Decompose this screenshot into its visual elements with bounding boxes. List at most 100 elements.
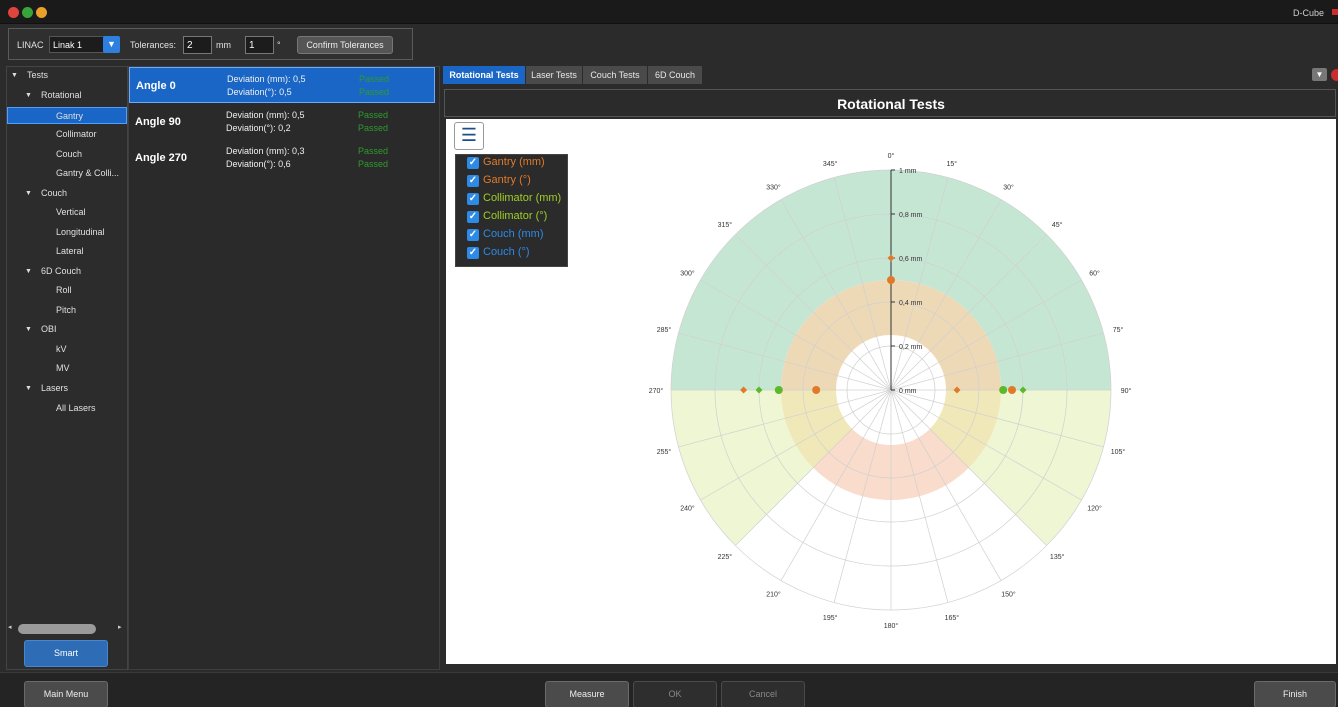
collapse-panel-icon[interactable]: ▼ bbox=[1312, 68, 1327, 81]
expand-arrow-icon[interactable]: ▼ bbox=[25, 385, 32, 392]
data-point bbox=[999, 386, 1008, 394]
tree-item-pitch[interactable]: Pitch bbox=[56, 302, 76, 319]
status-badge: Passed bbox=[359, 74, 390, 84]
main-menu-button[interactable]: Main Menu bbox=[24, 681, 108, 707]
status-badge: Passed bbox=[358, 146, 389, 156]
angle-tick-label: 60° bbox=[1089, 270, 1100, 278]
angle-tick-label: 270° bbox=[649, 387, 664, 395]
result-deviation-mm: Deviation (mm): 0,5 bbox=[226, 110, 305, 120]
tree-item-obi[interactable]: OBI bbox=[41, 321, 57, 338]
angle-tick-label: 240° bbox=[680, 505, 695, 513]
panel-title: Rotational Tests bbox=[837, 96, 945, 112]
angle-tick-label: 120° bbox=[1087, 505, 1102, 513]
close-window-icon[interactable] bbox=[8, 7, 19, 18]
angle-tick-label: 225° bbox=[718, 553, 733, 561]
expand-arrow-icon[interactable]: ▼ bbox=[25, 190, 32, 197]
legend-label: Couch (mm) bbox=[483, 228, 544, 240]
tree-item-all-lasers[interactable]: All Lasers bbox=[56, 400, 96, 417]
smart-button[interactable]: Smart bbox=[24, 640, 108, 667]
radial-tick-label: 0,2 mm bbox=[899, 344, 923, 351]
checkbox-checked-icon[interactable]: ✓ bbox=[467, 193, 479, 205]
expand-arrow-icon[interactable]: ▼ bbox=[25, 268, 32, 275]
result-deviation-mm: Deviation (mm): 0,3 bbox=[226, 146, 305, 156]
status-badge: Passed bbox=[358, 110, 389, 120]
checkbox-checked-icon[interactable]: ✓ bbox=[467, 229, 479, 241]
window-close-corner-icon[interactable] bbox=[1332, 9, 1338, 15]
result-angle: Angle 0 bbox=[136, 80, 176, 92]
tree-item-rotational[interactable]: Rotational bbox=[41, 87, 82, 104]
status-badge: Passed bbox=[358, 159, 389, 169]
scroll-right-icon[interactable]: ▸ bbox=[118, 623, 122, 631]
expand-arrow-icon[interactable]: ▼ bbox=[25, 92, 32, 99]
tolerance-deg-input[interactable] bbox=[245, 36, 274, 54]
angle-tick-label: 195° bbox=[823, 614, 838, 622]
ok-button[interactable]: OK bbox=[633, 681, 717, 707]
tree-item-gantry[interactable]: Gantry bbox=[7, 107, 127, 124]
tolerances-label: Tolerances: bbox=[130, 40, 177, 50]
status-badge: Passed bbox=[359, 87, 390, 97]
scroll-left-icon[interactable]: ◂ bbox=[8, 623, 12, 631]
tree-item-couch[interactable]: Couch bbox=[56, 146, 82, 163]
tree-item-mv[interactable]: MV bbox=[56, 360, 70, 377]
tolerance-deg-unit: ° bbox=[277, 40, 281, 50]
result-angle: Angle 90 bbox=[135, 116, 181, 128]
data-point bbox=[774, 386, 783, 394]
tree-item-6d-couch[interactable]: 6D Couch bbox=[41, 263, 81, 280]
data-point bbox=[887, 276, 895, 284]
polar-chart-area: 0° 15° 30° 45° 60° 75° 90° 105° 120° 135° 150° 165°… bbox=[446, 119, 1336, 664]
confirm-tolerances-button[interactable]: Confirm Tolerances bbox=[297, 36, 393, 54]
tree-item-couch-group[interactable]: Couch bbox=[41, 185, 67, 202]
finish-button[interactable]: Finish bbox=[1254, 681, 1336, 707]
test-tree: ▼ Tests ▼ Rotational Gantry Collimator C… bbox=[6, 66, 128, 670]
tolerance-mm-input[interactable] bbox=[183, 36, 212, 54]
window-titlebar: D-Cube bbox=[0, 0, 1338, 24]
result-deviation-mm: Deviation (mm): 0,5 bbox=[227, 74, 306, 84]
result-row[interactable]: Angle 0 Deviation (mm): 0,5 Deviation(°)… bbox=[129, 67, 435, 103]
close-panel-icon[interactable] bbox=[1331, 69, 1338, 81]
hamburger-menu-icon[interactable]: ☰ bbox=[454, 122, 484, 150]
chevron-down-icon[interactable]: ▼ bbox=[103, 36, 120, 53]
result-row[interactable]: Angle 270 Deviation (mm): 0,3 Deviation(… bbox=[129, 140, 435, 176]
tolerance-mm-unit: mm bbox=[216, 40, 231, 50]
chart-legend: ✓ Gantry (mm) ✓ Gantry (°) ✓ Collimator … bbox=[455, 154, 568, 267]
tree-item-gantry-collimator[interactable]: Gantry & Colli... bbox=[56, 165, 119, 182]
tree-item-tests[interactable]: Tests bbox=[27, 67, 48, 84]
angle-tick-label: 135° bbox=[1050, 553, 1065, 561]
angle-tick-label: 255° bbox=[657, 448, 672, 456]
tree-item-collimator[interactable]: Collimator bbox=[56, 126, 97, 143]
measure-button[interactable]: Measure bbox=[545, 681, 629, 707]
tree-scrollbar[interactable]: ◂ ▸ bbox=[8, 623, 124, 634]
tree-item-kv[interactable]: kV bbox=[56, 341, 67, 358]
expand-arrow-icon[interactable]: ▼ bbox=[25, 326, 32, 333]
checkbox-checked-icon[interactable]: ✓ bbox=[467, 157, 479, 169]
tree-item-longitudinal[interactable]: Longitudinal bbox=[56, 224, 105, 241]
radial-tick-label: 0,6 mm bbox=[899, 256, 923, 263]
expand-arrow-icon[interactable]: ▼ bbox=[11, 72, 18, 79]
minimize-window-icon[interactable] bbox=[22, 7, 33, 18]
tree-item-lasers[interactable]: Lasers bbox=[41, 380, 68, 397]
angle-tick-label: 0° bbox=[888, 152, 895, 160]
cancel-button[interactable]: Cancel bbox=[721, 681, 805, 707]
panel-header: Rotational Tests bbox=[444, 89, 1336, 117]
checkbox-checked-icon[interactable]: ✓ bbox=[467, 175, 479, 187]
polar-chart: 0° 15° 30° 45° 60° 75° 90° 105° 120° 135° 150° 165°… bbox=[649, 152, 1132, 630]
radial-tick-label: 0 mm bbox=[899, 388, 917, 395]
tab-6d-couch[interactable]: 6D Couch bbox=[648, 66, 702, 84]
angle-tick-label: 45° bbox=[1052, 221, 1063, 229]
tab-rotational-tests[interactable]: Rotational Tests bbox=[443, 66, 525, 84]
checkbox-checked-icon[interactable]: ✓ bbox=[467, 247, 479, 259]
tree-item-lateral[interactable]: Lateral bbox=[56, 243, 84, 260]
tab-couch-tests[interactable]: Couch Tests bbox=[583, 66, 647, 84]
results-list: Angle 0 Deviation (mm): 0,5 Deviation(°)… bbox=[128, 66, 440, 670]
angle-tick-label: 105° bbox=[1111, 448, 1126, 456]
maximize-window-icon[interactable] bbox=[36, 7, 47, 18]
bottom-bar: Main Menu Measure OK Cancel Finish bbox=[0, 672, 1338, 707]
result-row[interactable]: Angle 90 Deviation (mm): 0,5 Deviation(°… bbox=[129, 104, 435, 140]
checkbox-checked-icon[interactable]: ✓ bbox=[467, 211, 479, 223]
scrollbar-thumb[interactable] bbox=[18, 624, 96, 634]
tree-item-roll[interactable]: Roll bbox=[56, 282, 72, 299]
angle-tick-label: 285° bbox=[657, 326, 672, 334]
tab-laser-tests[interactable]: Laser Tests bbox=[526, 66, 582, 84]
tree-item-vertical[interactable]: Vertical bbox=[56, 204, 86, 221]
legend-label: Collimator (°) bbox=[483, 210, 548, 222]
